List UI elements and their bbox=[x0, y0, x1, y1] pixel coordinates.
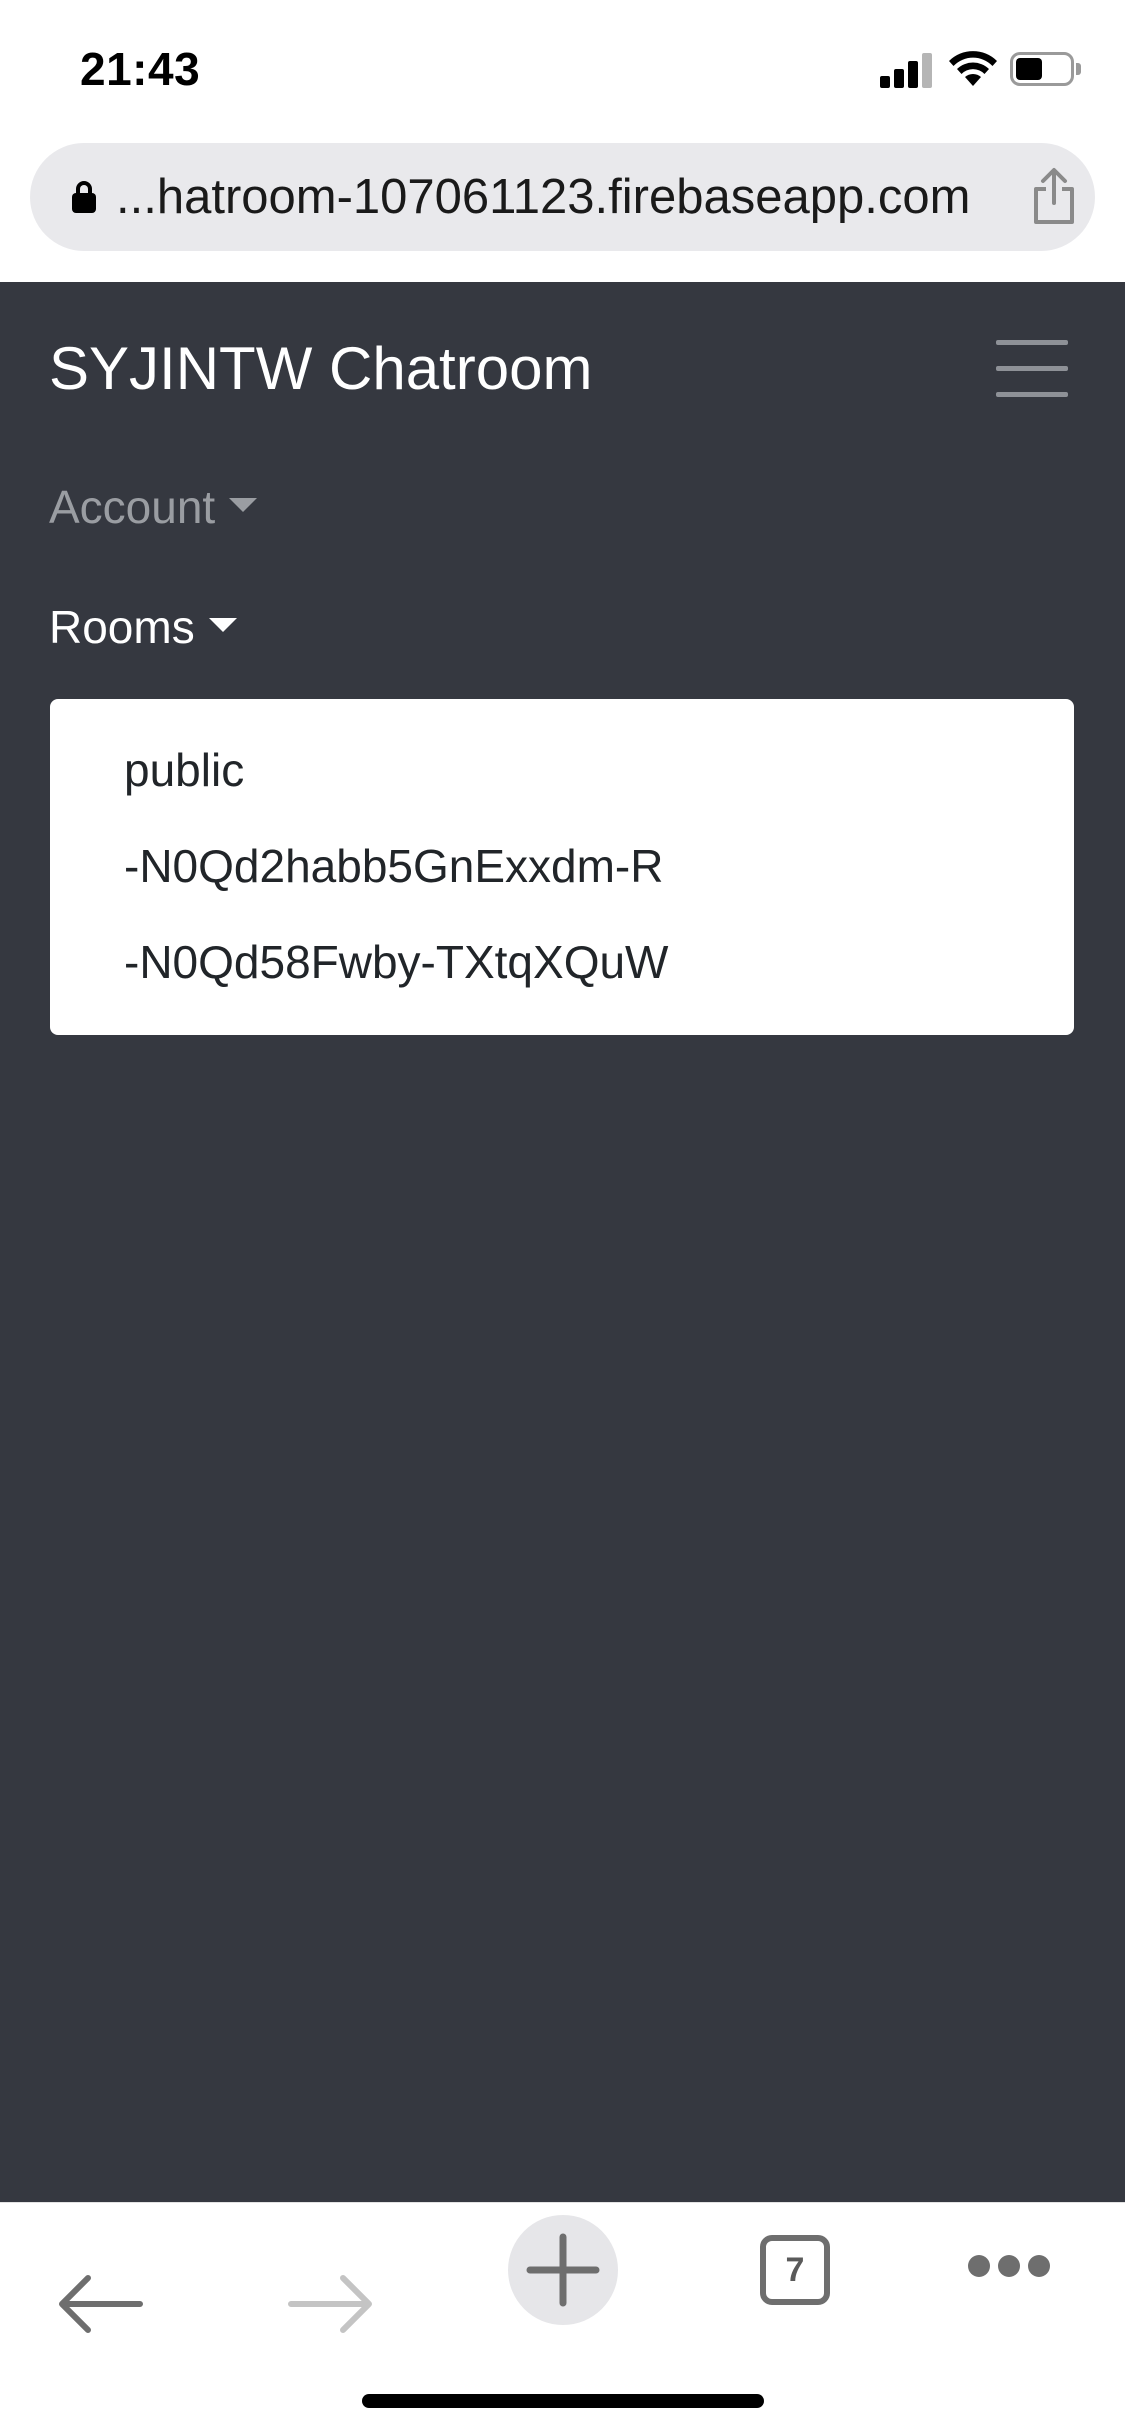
nav-account-label: Account bbox=[49, 481, 216, 533]
room-item-public[interactable]: public bbox=[124, 743, 244, 797]
caret-down-icon bbox=[208, 617, 237, 632]
nav-rooms-dropdown[interactable]: Rooms bbox=[49, 600, 237, 654]
hamburger-menu-icon[interactable] bbox=[996, 340, 1068, 398]
new-tab-button[interactable] bbox=[508, 2215, 618, 2325]
share-icon[interactable] bbox=[1030, 167, 1078, 225]
status-bar: 21:43 bbox=[0, 0, 1125, 140]
room-item[interactable]: -N0Qd2habb5GnExxdm-R bbox=[124, 839, 663, 893]
home-indicator[interactable] bbox=[362, 2394, 764, 2408]
phone-screen: 21:43 ...hatroom-107061123.firebaseapp.c… bbox=[0, 0, 1125, 2436]
rooms-dropdown-menu: public -N0Qd2habb5GnExxdm-R -N0Qd58Fwby-… bbox=[50, 699, 1074, 1035]
app-container: SYJINTW Chatroom Account Rooms public -N… bbox=[0, 282, 1125, 2202]
tabs-button[interactable]: 7 bbox=[760, 2235, 830, 2305]
ellipsis-icon[interactable] bbox=[964, 2255, 1054, 2283]
cellular-signal-icon bbox=[880, 52, 934, 88]
battery-icon bbox=[1010, 52, 1082, 86]
url-text[interactable]: ...hatroom-107061123.firebaseapp.com bbox=[116, 169, 970, 225]
lock-icon bbox=[72, 181, 96, 213]
tabs-count: 7 bbox=[785, 2251, 805, 2289]
navbar-brand[interactable]: SYJINTW Chatroom bbox=[49, 334, 592, 403]
plus-icon bbox=[526, 2233, 600, 2307]
caret-down-icon bbox=[229, 497, 258, 512]
nav-rooms-label: Rooms bbox=[49, 601, 195, 653]
address-bar[interactable]: ...hatroom-107061123.firebaseapp.com bbox=[30, 143, 1095, 251]
arrow-right-icon[interactable] bbox=[283, 2269, 379, 2339]
arrow-left-icon[interactable] bbox=[52, 2269, 148, 2339]
status-time: 21:43 bbox=[80, 43, 201, 95]
wifi-icon bbox=[949, 51, 997, 86]
nav-account-dropdown[interactable]: Account bbox=[49, 480, 258, 534]
room-item[interactable]: -N0Qd58Fwby-TXtqXQuW bbox=[124, 935, 668, 989]
